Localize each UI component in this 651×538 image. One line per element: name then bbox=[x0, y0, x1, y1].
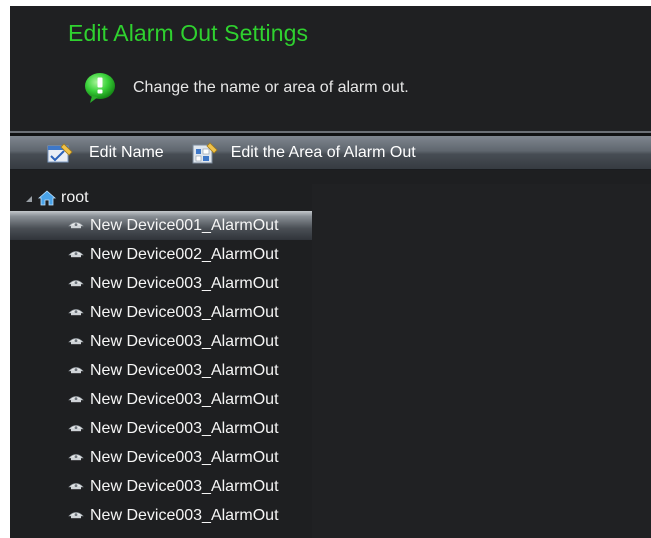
alarm-out-icon bbox=[68, 483, 84, 490]
alarm-out-icon bbox=[68, 367, 84, 374]
alarm-out-item[interactable]: New Device003_AlarmOut bbox=[10, 327, 312, 356]
alarm-out-item-label: New Device001_AlarmOut bbox=[90, 216, 279, 234]
alarm-out-icon bbox=[68, 280, 84, 287]
alarm-out-icon bbox=[68, 454, 84, 461]
alarm-out-icon bbox=[68, 251, 84, 258]
detail-pane bbox=[312, 184, 651, 538]
edit-area-icon bbox=[192, 141, 218, 163]
alarm-out-item-label: New Device003_AlarmOut bbox=[90, 274, 279, 292]
collapse-arrow-icon[interactable] bbox=[26, 195, 32, 202]
alarm-out-tree: root New Device001_AlarmOut New Device002… bbox=[10, 184, 312, 538]
alarm-out-item[interactable]: New Device003_AlarmOut bbox=[10, 269, 312, 298]
alarm-out-item[interactable]: New Device002_AlarmOut bbox=[10, 240, 312, 269]
tree-root[interactable]: root bbox=[10, 184, 312, 211]
alarm-out-item[interactable]: New Device003_AlarmOut bbox=[10, 501, 312, 530]
alarm-out-item-label: New Device003_AlarmOut bbox=[90, 303, 279, 321]
alarm-out-settings-window: Edit Alarm Out Settings Change the name … bbox=[10, 6, 651, 538]
info-bubble-icon bbox=[85, 73, 115, 103]
edit-area-label: Edit the Area of Alarm Out bbox=[230, 143, 416, 161]
header: Edit Alarm Out Settings Change the name … bbox=[10, 6, 651, 131]
alarm-out-icon bbox=[68, 396, 84, 403]
alarm-out-item-label: New Device003_AlarmOut bbox=[90, 361, 279, 379]
alarm-out-item-label: New Device003_AlarmOut bbox=[90, 477, 279, 495]
alarm-out-item-label: New Device003_AlarmOut bbox=[90, 419, 279, 437]
edit-area-button[interactable]: Edit the Area of Alarm Out bbox=[192, 141, 416, 164]
alarm-out-icon bbox=[68, 425, 84, 432]
hint-row: Change the name or area of alarm out. bbox=[83, 71, 409, 105]
alarm-out-item[interactable]: New Device003_AlarmOut bbox=[10, 414, 312, 443]
alarm-out-item-label: New Device002_AlarmOut bbox=[90, 245, 279, 263]
alarm-out-icon bbox=[68, 309, 84, 316]
toolbar: Edit Name Edit the Area of Alarm Out bbox=[10, 136, 651, 170]
alarm-out-item-label: New Device003_AlarmOut bbox=[90, 448, 279, 466]
alarm-out-icon bbox=[68, 338, 84, 345]
alarm-out-item[interactable]: New Device003_AlarmOut bbox=[10, 472, 312, 501]
home-icon bbox=[38, 189, 56, 205]
alarm-out-list: New Device001_AlarmOut New Device002_Alar… bbox=[10, 211, 312, 530]
edit-name-icon bbox=[47, 142, 73, 162]
alarm-out-icon bbox=[68, 222, 84, 229]
alarm-out-icon bbox=[68, 512, 84, 519]
alarm-out-item[interactable]: New Device001_AlarmOut bbox=[10, 211, 312, 240]
edit-name-button[interactable]: Edit Name bbox=[47, 142, 164, 164]
page-title: Edit Alarm Out Settings bbox=[68, 20, 309, 46]
alarm-out-item-label: New Device003_AlarmOut bbox=[90, 506, 279, 524]
hint-text: Change the name or area of alarm out. bbox=[133, 79, 409, 96]
alarm-out-item[interactable]: New Device003_AlarmOut bbox=[10, 298, 312, 327]
alarm-out-item[interactable]: New Device003_AlarmOut bbox=[10, 443, 312, 472]
alarm-out-item-label: New Device003_AlarmOut bbox=[90, 390, 279, 408]
alarm-out-item-label: New Device003_AlarmOut bbox=[90, 332, 279, 350]
edit-name-label: Edit Name bbox=[89, 143, 164, 161]
alarm-out-item[interactable]: New Device003_AlarmOut bbox=[10, 356, 312, 385]
alarm-out-item[interactable]: New Device003_AlarmOut bbox=[10, 385, 312, 414]
tree-root-label: root bbox=[61, 188, 89, 206]
